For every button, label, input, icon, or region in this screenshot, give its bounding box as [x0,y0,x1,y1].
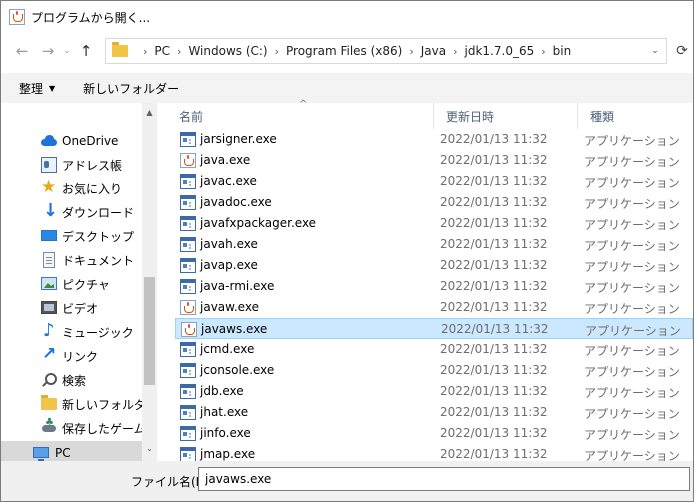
file-row[interactable]: jconsole.exe 2022/01/13 11:32 アプリケーション [175,360,693,381]
file-name: java-rmi.exe [200,279,275,293]
file-type: アプリケーション [584,281,680,295]
executable-icon [180,363,196,378]
executable-icon [180,174,196,189]
file-modified-date: 2022/01/13 11:32 [440,363,548,377]
file-modified-date: 2022/01/13 11:32 [440,195,548,209]
file-modified-date: 2022/01/13 11:32 [440,174,548,188]
file-list: jarsigner.exe 2022/01/13 11:32 アプリケーション jav… [1,1,693,461]
file-modified-date: 2022/01/13 11:32 [440,300,548,314]
file-row[interactable]: jhat.exe 2022/01/13 11:32 アプリケーション [175,402,693,423]
file-row[interactable]: javadoc.exe 2022/01/13 11:32 アプリケーション [175,192,693,213]
file-type: アプリケーション [584,197,680,211]
file-type: アプリケーション [584,449,680,461]
java-executable-icon [180,300,196,315]
file-name: jmap.exe [200,447,256,461]
file-modified-date: 2022/01/13 11:32 [440,153,548,167]
file-modified-date: 2022/01/13 11:32 [440,279,548,293]
file-modified-date: 2022/01/13 11:32 [440,216,548,230]
file-name: javah.exe [200,237,258,251]
file-name: javac.exe [200,174,257,188]
file-name: jconsole.exe [200,363,275,377]
file-name: jarsigner.exe [200,132,277,146]
file-name: jhat.exe [200,405,249,419]
file-row[interactable]: jarsigner.exe 2022/01/13 11:32 アプリケーション [175,129,693,150]
file-row[interactable]: javafxpackager.exe 2022/01/13 11:32 アプリケーシ… [175,213,693,234]
file-row[interactable]: javaws.exe 2022/01/13 11:32 アプリケーション [175,318,693,339]
file-name: java.exe [200,153,251,167]
file-type: アプリケーション [584,344,680,358]
file-type: アプリケーション [584,260,680,274]
file-row[interactable]: jmap.exe 2022/01/13 11:32 アプリケーション [175,444,693,461]
java-executable-icon [181,322,197,337]
file-type: アプリケーション [584,302,680,316]
file-modified-date: 2022/01/13 11:32 [440,237,548,251]
executable-icon [180,384,196,399]
file-type: アプリケーション [584,239,680,253]
file-modified-date: 2022/01/13 11:32 [440,384,548,398]
file-modified-date: 2022/01/13 11:32 [440,405,548,419]
file-modified-date: 2022/01/13 11:32 [440,447,548,461]
file-name: jcmd.exe [200,342,255,356]
file-modified-date: 2022/01/13 11:32 [440,342,548,356]
file-name: javaw.exe [200,300,259,314]
file-modified-date: 2022/01/13 11:32 [441,322,549,336]
executable-icon [180,237,196,252]
executable-icon [180,342,196,357]
file-type: アプリケーション [584,428,680,442]
file-type: アプリケーション [585,324,681,338]
file-row[interactable]: java.exe 2022/01/13 11:32 アプリケーション [175,150,693,171]
file-modified-date: 2022/01/13 11:32 [440,258,548,272]
executable-icon [180,195,196,210]
file-row[interactable]: jcmd.exe 2022/01/13 11:32 アプリケーション [175,339,693,360]
executable-icon [180,216,196,231]
file-type: アプリケーション [584,365,680,379]
file-row[interactable]: javaw.exe 2022/01/13 11:32 アプリケーション [175,297,693,318]
filename-bar: ファイル名(N): [1,461,693,501]
file-modified-date: 2022/01/13 11:32 [440,132,548,146]
executable-icon [180,132,196,147]
filename-input[interactable] [198,467,690,491]
file-row[interactable]: javap.exe 2022/01/13 11:32 アプリケーション [175,255,693,276]
file-name: jinfo.exe [200,426,251,440]
executable-icon [180,258,196,273]
file-row[interactable]: java-rmi.exe 2022/01/13 11:32 アプリケーション [175,276,693,297]
java-executable-icon [180,153,196,168]
file-name: javap.exe [200,258,258,272]
file-type: アプリケーション [584,218,680,232]
file-name: javaws.exe [201,322,268,336]
file-name: javadoc.exe [200,195,272,209]
file-row[interactable]: jinfo.exe 2022/01/13 11:32 アプリケーション [175,423,693,444]
file-type: アプリケーション [584,134,680,148]
executable-icon [180,279,196,294]
file-type: アプリケーション [584,155,680,169]
executable-icon [180,405,196,420]
file-row[interactable]: jdb.exe 2022/01/13 11:32 アプリケーション [175,381,693,402]
executable-icon [180,447,196,461]
open-with-dialog: プログラムから開く... ← → ⌄ ↑ › PC › Windows (C:)… [0,0,694,502]
file-type: アプリケーション [584,407,680,421]
file-type: アプリケーション [584,386,680,400]
file-row[interactable]: javac.exe 2022/01/13 11:32 アプリケーション [175,171,693,192]
file-name: jdb.exe [200,384,244,398]
file-type: アプリケーション [584,176,680,190]
file-modified-date: 2022/01/13 11:32 [440,426,548,440]
file-row[interactable]: javah.exe 2022/01/13 11:32 アプリケーション [175,234,693,255]
file-name: javafxpackager.exe [200,216,317,230]
executable-icon [180,426,196,441]
